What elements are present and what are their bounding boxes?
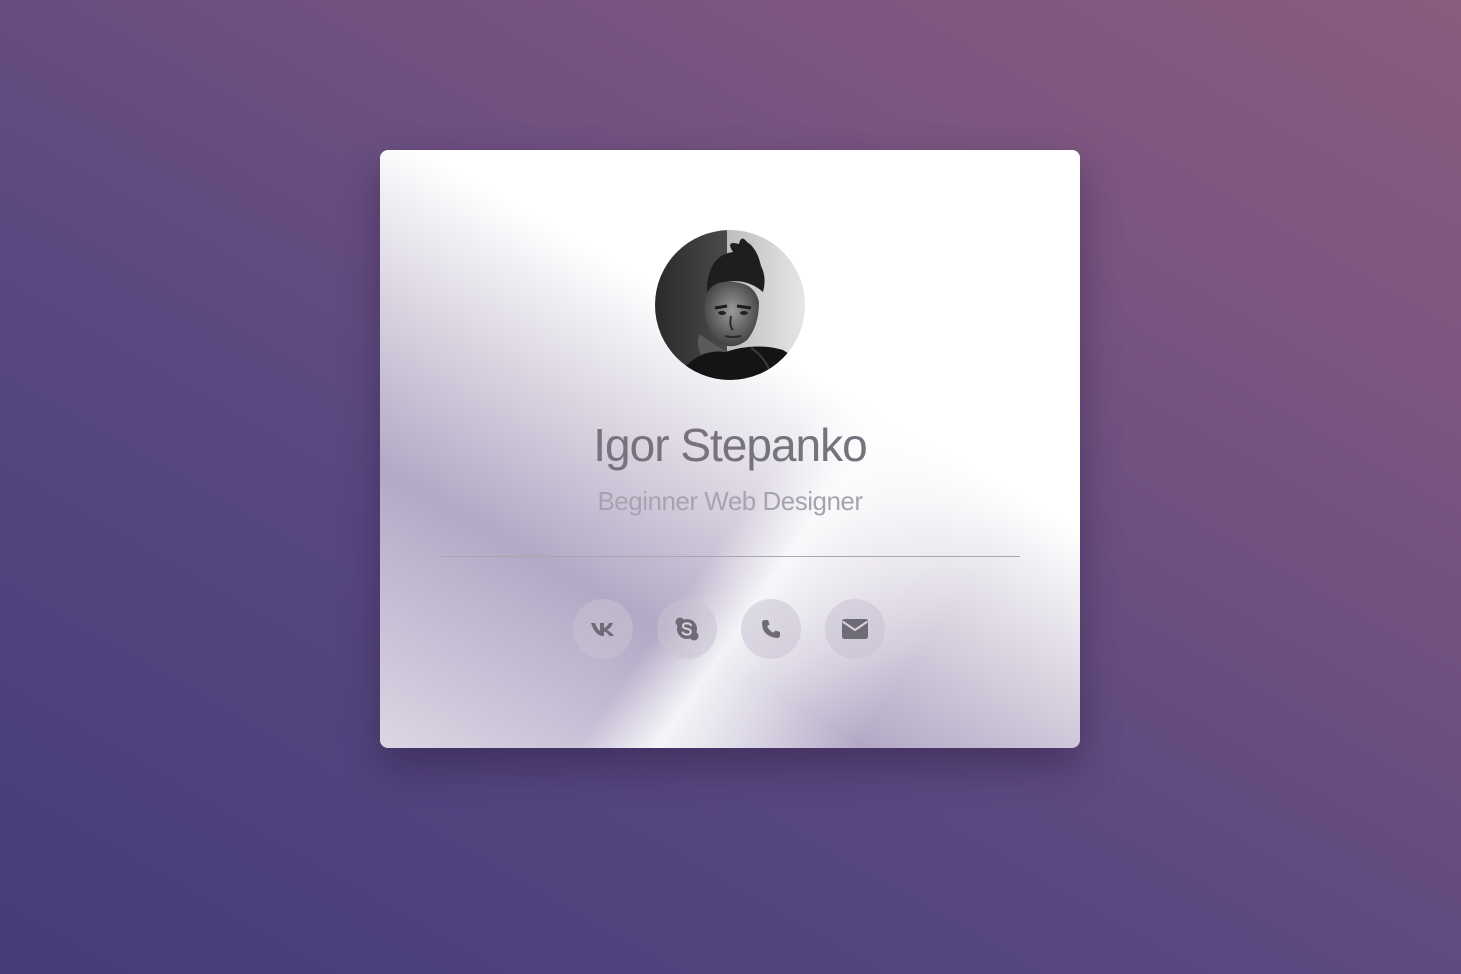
skype-icon — [675, 617, 699, 641]
divider — [440, 556, 1020, 557]
social-links — [573, 599, 885, 659]
vk-button[interactable] — [573, 599, 633, 659]
email-button[interactable] — [825, 599, 885, 659]
envelope-icon — [841, 619, 869, 639]
phone-button[interactable] — [741, 599, 801, 659]
profile-name: Igor Stepanko — [593, 419, 867, 471]
skype-button[interactable] — [657, 599, 717, 659]
vk-icon — [591, 623, 614, 636]
avatar — [655, 230, 805, 380]
avatar-photo — [655, 230, 805, 380]
profile-card: Igor Stepanko Beginner Web Designer — [380, 150, 1080, 748]
profile-role: Beginner Web Designer — [597, 486, 863, 516]
phone-icon — [762, 620, 780, 638]
